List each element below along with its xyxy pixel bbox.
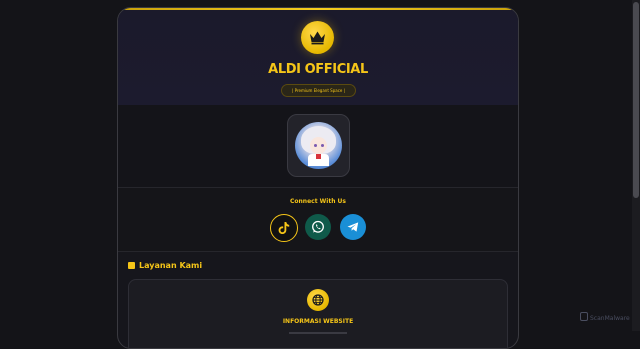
avatar-section xyxy=(118,105,518,188)
scrollbar-thumb[interactable] xyxy=(633,2,639,198)
info-website-card[interactable]: INFORMASI WEBSITE xyxy=(128,279,508,348)
tiktok-icon xyxy=(278,222,290,234)
calendar-icon xyxy=(128,262,135,269)
services-heading-label: Layanan Kami xyxy=(139,261,203,270)
whatsapp-button[interactable] xyxy=(305,214,331,240)
crown-badge xyxy=(301,21,334,54)
telegram-button[interactable] xyxy=(340,214,366,240)
shield-icon xyxy=(580,312,588,321)
tiktok-button[interactable] xyxy=(270,214,298,242)
connect-title: Connect With Us xyxy=(290,198,346,205)
whatsapp-icon xyxy=(312,220,324,233)
brand-title: ALDI OFFICIAL xyxy=(268,62,368,77)
tagline-badge: | Premium Elegant Space | xyxy=(281,84,356,97)
telegram-icon xyxy=(347,222,359,232)
scrollbar-track[interactable] xyxy=(632,0,640,331)
accent-bar xyxy=(118,8,518,10)
watermark: ScanMalware xyxy=(580,312,630,322)
services-heading: Layanan Kami xyxy=(128,261,202,270)
profile-card: ALDI OFFICIAL | Premium Elegant Space | … xyxy=(117,7,519,349)
globe-icon xyxy=(312,294,324,306)
avatar xyxy=(295,122,342,169)
connect-section: Connect With Us xyxy=(118,188,518,252)
info-card-subtitle xyxy=(289,332,347,334)
hero-header: ALDI OFFICIAL | Premium Elegant Space | xyxy=(118,8,518,105)
info-card-title: INFORMASI WEBSITE xyxy=(282,318,354,325)
globe-badge xyxy=(307,289,329,311)
crown-icon xyxy=(310,31,325,45)
avatar-frame xyxy=(287,114,350,177)
watermark-text: ScanMalware xyxy=(590,315,630,322)
